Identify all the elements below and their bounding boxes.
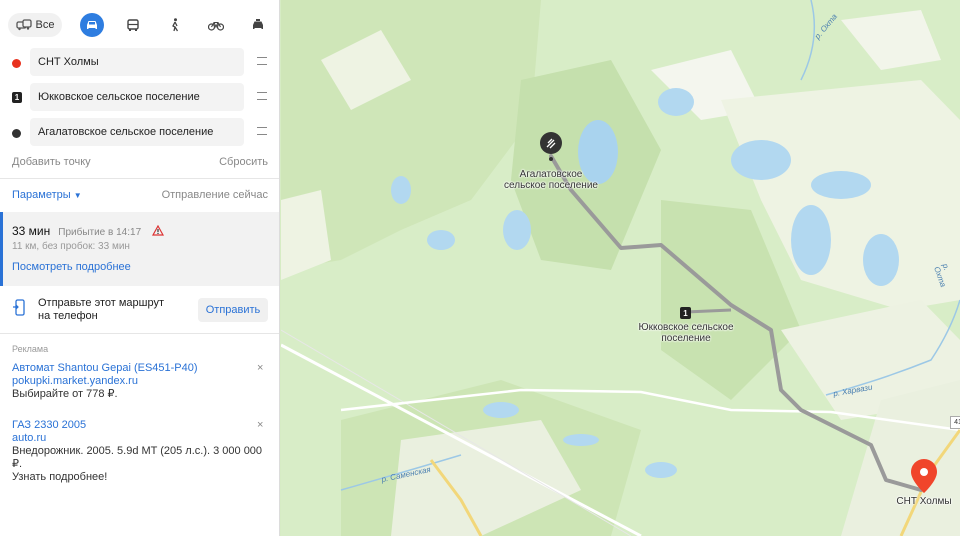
road-number-badge: 41: [950, 416, 960, 429]
yukki-label-line1: Юкковское сельское: [638, 322, 734, 333]
ad-text: Узнать подробнее!: [12, 471, 108, 483]
route-duration: 33 мин: [12, 224, 51, 238]
start-marker-icon: [12, 59, 21, 68]
bicycle-icon: [208, 21, 224, 31]
end-point-field[interactable]: Агалатовское сельское поселение: [30, 118, 244, 146]
start-point-field[interactable]: СНТ Холмы: [30, 48, 244, 76]
route-point-end: Агалатовское сельское поселение: [0, 118, 279, 148]
route-arrival: Прибытие в 14:17: [58, 227, 142, 238]
ad-domain-link[interactable]: pokupki.market.yandex.ru: [12, 375, 268, 388]
send-route-text: Отправьте этот маршрут на телефон: [38, 297, 164, 323]
divider: [0, 333, 279, 334]
drag-handle-icon[interactable]: [257, 127, 267, 135]
ad-item: Автомат Shantou Gepai (ES451-P40) pokupk…: [12, 362, 268, 401]
warning-icon: [152, 225, 164, 236]
ad-text: Выбирайте от 778 ₽.: [12, 388, 118, 400]
mode-taxi-button[interactable]: [246, 13, 270, 37]
chevron-down-icon: ▼: [73, 191, 82, 200]
mode-bike-button[interactable]: [204, 13, 228, 37]
waypoint-number-icon: 1: [12, 92, 22, 103]
params-dropdown[interactable]: Параметры ▼: [12, 189, 82, 201]
pedestrian-icon: [172, 18, 179, 32]
yukki-label: Юкковское сельское поселение: [626, 322, 746, 344]
departure-time-link[interactable]: Отправление сейчас: [162, 189, 268, 201]
drag-handle-icon[interactable]: [257, 57, 267, 65]
mode-walk-button[interactable]: [163, 13, 187, 37]
add-point-link[interactable]: Добавить точку: [12, 156, 91, 168]
route-more-link[interactable]: Посмотреть подробнее: [12, 261, 131, 273]
waypoint-value: Юкковское сельское поселение: [38, 91, 200, 103]
divider: [0, 178, 279, 179]
route-sidebar: Все СНТ Холмы 1 Юкковское сельское посел…: [0, 0, 280, 536]
ad-close-icon[interactable]: ×: [257, 420, 265, 431]
send-text-line2: на телефон: [38, 310, 98, 322]
route-point-waypoint: 1 Юкковское сельское поселение: [0, 83, 279, 113]
route-actions: Добавить точку Сбросить: [12, 156, 268, 168]
ad-text: Внедорожник. 2005. 5.9d MT (205 л.с.). 3…: [12, 445, 263, 470]
start-point-value: СНТ Холмы: [38, 56, 99, 68]
car-bus-icon: [15, 19, 32, 31]
yukki-label-line2: поселение: [661, 333, 711, 344]
ads-header: Реклама: [12, 344, 49, 354]
start-pin-icon[interactable]: [539, 132, 563, 162]
map-terrain: [281, 0, 960, 536]
params-row: Параметры ▼ Отправление сейчас: [12, 189, 268, 201]
mode-all-label: Все: [35, 19, 55, 31]
mode-car-button[interactable]: [80, 13, 104, 37]
car-icon: [87, 21, 97, 29]
params-label: Параметры: [12, 189, 71, 201]
snt-kholmy-label: СНТ Холмы: [896, 496, 952, 507]
drag-handle-icon[interactable]: [257, 92, 267, 100]
reset-link[interactable]: Сбросить: [219, 156, 268, 168]
waypoint-field[interactable]: Юкковское сельское поселение: [30, 83, 244, 111]
waypoint-marker-icon[interactable]: 1: [680, 307, 691, 319]
ad-item: ГАЗ 2330 2005 auto.ru Внедорожник. 2005.…: [12, 419, 268, 484]
end-point-value: Агалатовское сельское поселение: [38, 126, 214, 138]
bus-icon: [127, 18, 139, 31]
map-canvas[interactable]: Агалатовское сельское поселение 1 Юкковс…: [281, 0, 960, 536]
agalatovo-label-line2: сельское поселение: [504, 180, 598, 191]
end-marker-icon: [12, 129, 21, 138]
ad-title-link[interactable]: Автомат Shantou Gepai (ES451-P40): [12, 362, 268, 375]
agalatovo-label: Агалатовское сельское поселение: [486, 169, 616, 191]
phone-icon: [13, 299, 25, 316]
taxi-icon: [253, 19, 263, 29]
route-details: 11 км, без пробок: 33 мин: [12, 241, 130, 252]
route-point-start: СНТ Холмы: [0, 48, 279, 78]
ad-title-link[interactable]: ГАЗ 2330 2005: [12, 419, 268, 432]
ad-domain-link[interactable]: auto.ru: [12, 432, 268, 445]
route-option-card[interactable]: 33 мин Прибытие в 14:17 11 км, без пробо…: [0, 212, 279, 286]
send-button[interactable]: Отправить: [198, 298, 268, 322]
transport-mode-bar: Все: [0, 0, 279, 50]
mode-transit-button[interactable]: [121, 13, 145, 37]
send-text-line1: Отправьте этот маршрут: [38, 297, 165, 309]
end-pin-icon[interactable]: [911, 459, 937, 495]
ad-close-icon[interactable]: ×: [257, 363, 265, 374]
mode-all-button[interactable]: Все: [8, 13, 62, 37]
agalatovo-label-line1: Агалатовское: [519, 169, 583, 180]
